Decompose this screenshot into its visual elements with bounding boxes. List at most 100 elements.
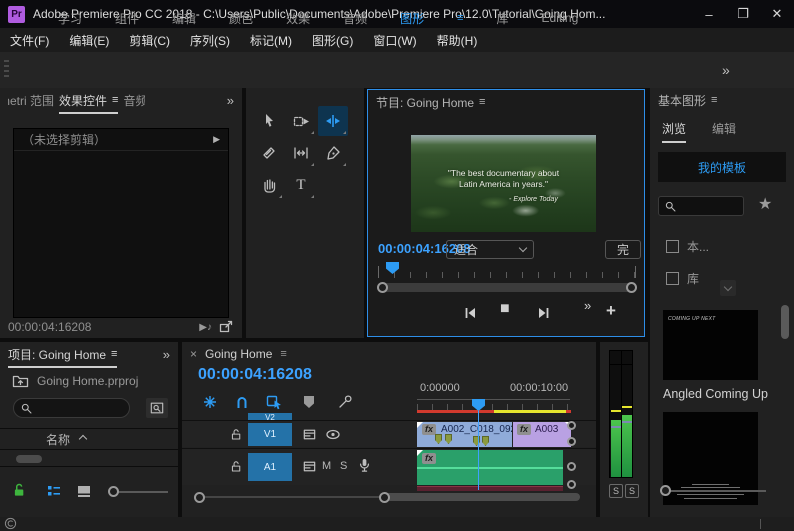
effect-controls-menu-icon[interactable]: ≡ [112, 94, 118, 106]
ws-tab-effects[interactable]: 效果 [286, 10, 310, 27]
selection-tool-icon[interactable] [254, 106, 284, 136]
solo-left-button[interactable]: S [609, 484, 623, 498]
track-v2-sliver[interactable]: V2 [248, 413, 292, 420]
timeline-close-icon[interactable]: × [190, 347, 197, 361]
navigate-up-icon[interactable] [12, 373, 29, 388]
project-search-input[interactable] [13, 398, 130, 418]
track-select-forward-tool-icon[interactable] [286, 106, 316, 136]
clip-video-2[interactable]: fx A003 [513, 422, 571, 447]
tab-project[interactable]: 项目: Going Home ≡ [8, 346, 117, 368]
hand-tool-icon[interactable] [254, 170, 284, 200]
timeline-scroll-handle-mid[interactable] [379, 492, 390, 503]
step-back-button[interactable] [462, 305, 478, 321]
ws-graphics-menu-icon[interactable]: ≡ [457, 12, 463, 24]
button-editor-add-icon[interactable]: + [606, 301, 616, 321]
project-zoom-slider-handle[interactable] [108, 486, 119, 497]
clip-video-1[interactable]: fx A002_C018_0922 [417, 422, 512, 447]
effect-controls-overflow-chevron[interactable]: » [227, 93, 234, 108]
project-file-name[interactable]: Going Home.prproj [37, 374, 138, 388]
v1-toggle-output-eye-icon[interactable] [325, 428, 341, 441]
a1-lock-icon[interactable] [230, 460, 243, 473]
timeline-scroll-handle-left[interactable] [194, 492, 205, 503]
linked-selection-icon[interactable] [266, 394, 283, 410]
project-menu-icon[interactable]: ≡ [111, 348, 117, 360]
ws-tab-editing-cn[interactable]: 编辑 [172, 10, 196, 27]
clip-audio-1[interactable]: fx [417, 450, 563, 485]
essential-graphics-menu-icon[interactable]: ≡ [711, 94, 717, 106]
timeline-menu-icon[interactable]: ≡ [280, 348, 286, 360]
slip-tool-icon[interactable] [286, 138, 316, 168]
program-monitor-menu-icon[interactable]: ≡ [479, 96, 485, 108]
creative-cloud-sync-icon[interactable] [4, 517, 17, 530]
timeline-tab-label[interactable]: Going Home [205, 347, 272, 361]
scrollbar-left-handle[interactable] [377, 282, 388, 293]
local-checkbox[interactable] [666, 240, 679, 253]
export-frame-icon[interactable] [218, 319, 234, 335]
program-monitor-title[interactable]: 节目: Going Home [376, 94, 474, 111]
pen-tool-icon[interactable] [318, 138, 348, 168]
maximize-button[interactable]: ❐ [726, 0, 760, 28]
ws-tab-audio[interactable]: 音频 [343, 10, 367, 27]
v-scroll-handle-4[interactable] [567, 480, 576, 489]
scrollbar-right-handle[interactable] [626, 282, 637, 293]
timeline-ruler[interactable] [417, 399, 570, 410]
search-bin-button[interactable] [146, 398, 168, 418]
playback-resolution-select[interactable]: 完 [605, 240, 641, 259]
a1-mute-button[interactable]: M [322, 460, 331, 472]
razor-tool-icon[interactable] [254, 138, 284, 168]
thumbnail-size-slider-handle[interactable] [660, 485, 671, 496]
a1-sync-lock-icon[interactable] [302, 459, 317, 474]
libraries-dropdown[interactable] [720, 280, 736, 296]
timeline-settings-wrench-icon[interactable] [337, 394, 353, 410]
timeline-scrollbar-thumb[interactable] [384, 493, 580, 501]
program-video-frame[interactable]: "The best documentary about Latin Americ… [411, 135, 596, 232]
zoom-level-select[interactable]: 适合 [446, 240, 534, 259]
ws-tab-learning[interactable]: 学习 [58, 10, 82, 27]
v1-sync-lock-icon[interactable] [302, 427, 317, 442]
ripple-edit-tool-icon[interactable] [318, 106, 348, 136]
icon-view-button[interactable] [76, 483, 92, 499]
a1-solo-button[interactable]: S [340, 460, 347, 472]
track-a1-header[interactable]: A1 [248, 453, 292, 481]
tab-edit[interactable]: 编辑 [712, 120, 736, 143]
track-a2-sliver[interactable] [417, 486, 563, 491]
thumbnail-size-slider-track[interactable] [664, 490, 766, 492]
v-scroll-handle-3[interactable] [567, 462, 576, 471]
libraries-checkbox[interactable] [666, 272, 679, 285]
project-zoom-slider-track[interactable] [112, 491, 168, 493]
audio-meters[interactable] [609, 350, 633, 478]
sort-ascending-icon[interactable] [79, 435, 87, 443]
v-scroll-handle-1[interactable] [567, 421, 576, 430]
templates-vertical-scrollbar[interactable] [781, 305, 789, 339]
transport-more-chevron[interactable]: » [584, 298, 591, 313]
a1-voiceover-mic-icon[interactable] [357, 457, 372, 474]
nest-sequence-icon[interactable] [202, 394, 218, 410]
timeline-timecode[interactable]: 00:00:04:16208 [198, 366, 312, 384]
ws-tab-color[interactable]: 颜色 [229, 10, 253, 27]
tab-lumetri-scopes[interactable]: Lumetri 范围 [8, 92, 54, 109]
template-name[interactable]: Angled Coming Up [663, 387, 768, 401]
program-zoom-scrollbar[interactable] [378, 283, 636, 292]
program-scrubber[interactable] [378, 262, 636, 278]
my-templates-dropdown[interactable]: 我的模板 [658, 152, 786, 182]
essential-graphics-title[interactable]: 基本图形 [658, 92, 706, 109]
ws-tab-libraries[interactable]: 库 [497, 10, 509, 27]
play-audio-icon[interactable]: ▶♪ [199, 322, 212, 333]
list-view-button[interactable] [46, 483, 62, 499]
template-search-input[interactable] [658, 196, 744, 216]
ws-tab-assembly[interactable]: 组件 [115, 10, 139, 27]
solo-right-button[interactable]: S [625, 484, 639, 498]
project-overflow-chevron[interactable]: » [163, 347, 170, 362]
tab-effect-controls[interactable]: 效果控件 ≡ [59, 92, 118, 114]
ws-tab-graphics[interactable]: 图形 [400, 10, 424, 27]
play-stop-button[interactable]: ■ [500, 300, 510, 318]
v1-lock-icon[interactable] [230, 428, 243, 441]
column-name-header[interactable]: 名称 [46, 431, 70, 448]
minimize-button[interactable]: – [692, 0, 726, 28]
workspace-grip[interactable] [4, 60, 9, 80]
v-scroll-handle-2[interactable] [567, 437, 576, 446]
close-button[interactable]: ✕ [760, 0, 794, 28]
snap-magnet-icon[interactable] [234, 394, 250, 410]
menu-file[interactable]: 文件(F) [10, 32, 49, 49]
tab-browse[interactable]: 浏览 [662, 120, 686, 143]
